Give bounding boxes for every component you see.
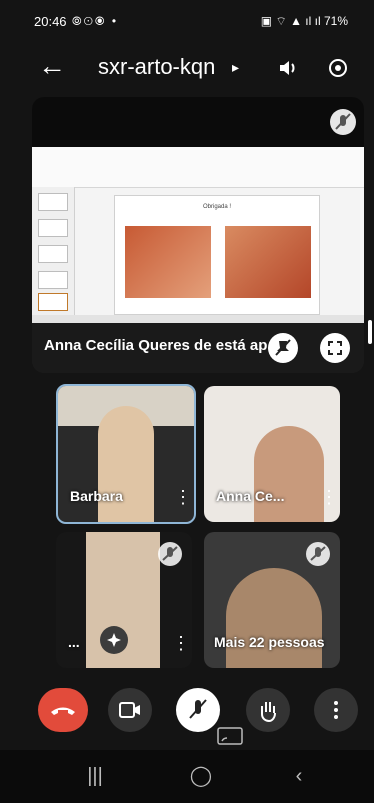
mic-toggle-button[interactable] <box>176 688 220 732</box>
ppt-status-bar <box>32 315 364 323</box>
raise-hand-button[interactable] <box>246 688 290 732</box>
slide-thumb <box>38 219 68 237</box>
participant-tile-overflow[interactable]: Mais 22 pessoas <box>204 532 340 668</box>
ultrasound-image <box>225 226 311 298</box>
android-nav-bar: ||| ◯ ‹ <box>0 750 374 803</box>
meet-screen: 20:46 ⦾⊙⦿ • ▣ ⌔ ▲ ıl ıl 71% ← sxr-arto-k… <box>0 0 374 803</box>
presenter-label: Anna Cecília Queres de está ap... <box>44 337 280 354</box>
participant-name: ... <box>68 634 80 650</box>
more-participants-label: Mais 22 pessoas <box>214 634 325 650</box>
switch-camera-icon[interactable] <box>326 56 350 80</box>
slide-canvas: Obrigada ! <box>114 195 320 315</box>
more-vert-icon[interactable]: ⋮ <box>172 634 190 652</box>
camera-toggle-button[interactable] <box>108 688 152 732</box>
shared-slide: Obrigada ! <box>32 147 364 323</box>
notification-icons: ⦾⊙⦿ • <box>72 14 119 28</box>
recents-icon[interactable]: ||| <box>80 766 110 786</box>
participant-name: Anna Ce... <box>216 488 285 504</box>
participant-tile[interactable]: Anna Ce... ⋮ <box>204 386 340 522</box>
presentation-tile[interactable]: Obrigada ! Anna Cecília Queres de está a… <box>32 97 364 373</box>
battery-percent: 71% <box>323 14 348 28</box>
slide-thumbnails <box>32 187 75 317</box>
participant-tile[interactable]: Barbara ⋮ <box>56 384 196 524</box>
ultrasound-image <box>125 226 211 298</box>
status-bar: 20:46 ⦾⊙⦿ • ▣ ⌔ ▲ ıl ıl 71% <box>0 0 374 42</box>
status-right: ▣ ⌔ ▲ ıl ıl 71% <box>261 14 348 29</box>
participant-name: Barbara <box>70 488 123 504</box>
mic-off-icon <box>306 542 330 566</box>
participant-figure <box>226 568 322 668</box>
participant-figure <box>254 426 324 522</box>
scroll-indicator[interactable] <box>368 320 372 344</box>
signal-icons: ▣ ⌔ ▲ ıl ıl <box>260 14 324 28</box>
fullscreen-button[interactable] <box>320 333 350 363</box>
more-options-button[interactable] <box>314 688 358 732</box>
effects-button[interactable] <box>100 626 128 654</box>
participant-figure <box>98 406 154 522</box>
status-time: 20:46 <box>34 14 67 29</box>
meeting-code[interactable]: sxr-arto-kqn <box>98 54 215 80</box>
unpin-button[interactable] <box>268 333 298 363</box>
presentation-top-band <box>32 97 364 147</box>
back-arrow-icon[interactable]: ← <box>38 52 66 80</box>
end-call-button[interactable] <box>38 688 88 732</box>
call-controls <box>0 680 374 745</box>
mic-off-icon <box>158 542 182 566</box>
more-vert-icon[interactable]: ⋮ <box>174 488 192 506</box>
slide-thumb <box>38 245 68 263</box>
slide-title: Obrigada ! <box>202 204 232 210</box>
slide-thumb <box>38 271 68 289</box>
more-vert-icon[interactable]: ⋮ <box>320 488 338 506</box>
top-bar: ← sxr-arto-kqn ▸ <box>0 42 374 98</box>
slide-thumb-active <box>38 293 68 311</box>
back-icon[interactable]: ‹ <box>284 766 314 786</box>
chevron-right-icon[interactable]: ▸ <box>232 59 239 76</box>
presenter-bar: Anna Cecília Queres de está ap... <box>32 323 364 373</box>
slide-thumb <box>38 193 68 211</box>
cast-icon[interactable] <box>216 726 244 746</box>
home-icon[interactable]: ◯ <box>186 766 216 786</box>
speaker-icon[interactable] <box>276 56 300 80</box>
mic-off-icon <box>330 109 356 135</box>
participant-tile[interactable]: ... ⋮ <box>56 532 192 668</box>
ppt-ribbon <box>32 147 364 188</box>
